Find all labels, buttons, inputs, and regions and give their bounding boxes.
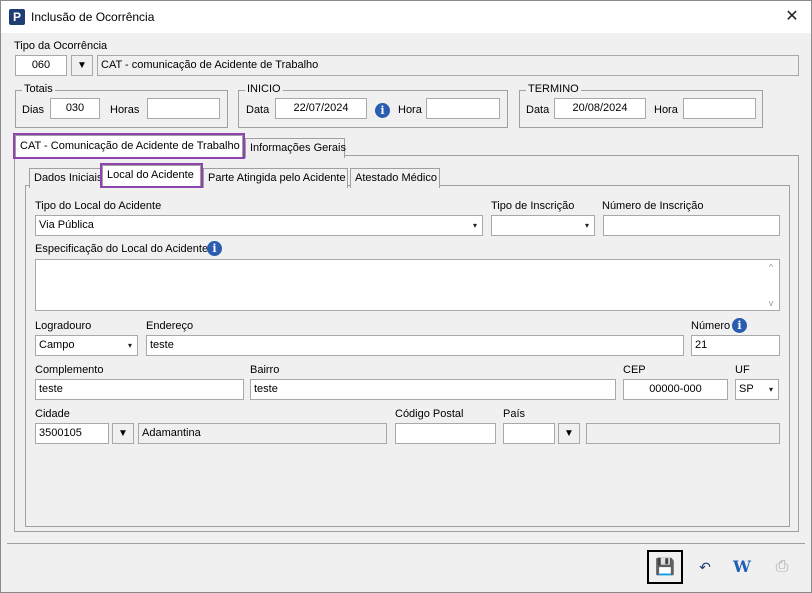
totais-group-title: Totais [22,83,55,95]
chevron-down-icon: ▼ [77,60,87,71]
word-icon: W [733,557,751,576]
numero-inscricao-label: Número de Inscrição [602,200,704,212]
termino-hora-label: Hora [654,104,678,116]
tab-parte-atingida[interactable]: Parte Atingida pelo Acidente [203,168,348,188]
chevron-down-icon: ▾ [472,221,477,230]
save-button[interactable]: 💾 [647,550,683,584]
tipo-local-value: Via Pública [39,219,94,231]
cidade-label: Cidade [35,408,70,420]
app-icon: P [9,9,25,25]
undo-button[interactable]: ↶ [687,550,723,584]
scroll-down-icon[interactable]: v [766,298,776,308]
termino-group-title: TERMINO [526,83,581,95]
logradouro-label: Logradouro [35,320,92,332]
uf-select[interactable]: SP ▾ [735,379,779,400]
endereco-field[interactable]: teste [146,335,684,356]
chevron-down-icon: ▾ [584,221,589,230]
chevron-down-icon: ▾ [768,385,773,394]
inicio-group-title: INICIO [245,83,283,95]
especificacao-label: Especificação do Local do Acidente [35,243,209,255]
pais-label: País [503,408,526,420]
horas-label: Horas [110,104,140,116]
info-icon[interactable]: i [207,241,222,256]
window-title: Inclusão de Ocorrência [31,10,155,24]
cidade-dropdown-button[interactable]: ▼ [112,423,134,444]
chevron-down-icon: ▼ [118,428,128,439]
tab-cat[interactable]: CAT - Comunicação de Acidente de Trabalh… [13,133,245,159]
tab-informacoes-gerais[interactable]: Informações Gerais [245,138,346,158]
tipo-local-select[interactable]: Via Pública ▾ [35,215,483,236]
pais-name [586,423,780,444]
dias-label: Dias [22,104,45,116]
scroll-up-icon[interactable]: ^ [766,262,776,272]
bairro-field[interactable]: teste [250,379,616,400]
uf-label: UF [735,364,750,376]
complemento-label: Complemento [35,364,104,376]
title-bar: P Inclusão de Ocorrência ✕ [1,1,811,33]
cidade-code-field[interactable]: 3500105 [35,423,109,444]
horas-field[interactable] [147,98,220,119]
inicio-hora-label: Hora [398,104,422,116]
pais-dropdown-button[interactable]: ▼ [558,423,580,444]
complemento-field[interactable]: teste [35,379,244,400]
codigo-postal-label: Código Postal [395,408,464,420]
endereco-label: Endereço [146,320,194,332]
termino-data-label: Data [526,104,550,116]
info-icon[interactable]: i [732,318,747,333]
numero-inscricao-field[interactable] [603,215,780,236]
termino-data-field[interactable]: 20/08/2024 [554,98,646,119]
close-button[interactable]: ✕ [777,5,807,29]
inner-tab-panel [25,185,790,527]
tipo-ocorrencia-description: CAT - comunicação de Acidente de Trabalh… [97,55,799,76]
logradouro-value: Campo [39,339,75,351]
uf-value: SP [739,383,754,395]
tab-dados-iniciais[interactable]: Dados Iniciais [29,168,102,188]
divider [7,543,805,544]
numero-field[interactable]: 21 [691,335,780,356]
tipo-inscricao-label: Tipo de Inscrição [491,200,575,212]
inicio-data-label: Data [246,104,270,116]
pais-code-field[interactable] [503,423,555,444]
tipo-local-label: Tipo do Local do Acidente [35,200,162,212]
save-icon: 💾 [655,559,675,576]
chevron-down-icon: ▾ [127,341,132,350]
inicio-hora-field[interactable] [426,98,500,119]
dias-field[interactable]: 030 [50,98,100,119]
chevron-down-icon: ▼ [564,428,574,439]
undo-icon: ↶ [699,559,711,575]
logradouro-select[interactable]: Campo ▾ [35,335,138,356]
cep-label: CEP [623,364,646,376]
inicio-data-field[interactable]: 22/07/2024 [275,98,367,119]
tab-atestado-medico[interactable]: Atestado Médico [350,168,440,188]
cidade-name: Adamantina [138,423,387,444]
tab-local-do-acidente[interactable]: Local do Acidente [100,163,203,188]
dialog-window: P Inclusão de Ocorrência ✕ Tipo da Ocorr… [0,0,812,593]
info-icon[interactable]: i [375,103,390,118]
cep-field[interactable]: 00000-000 [623,379,728,400]
bairro-label: Bairro [250,364,280,376]
tipo-ocorrencia-dropdown-button[interactable]: ▼ [71,55,93,76]
codigo-postal-field[interactable] [395,423,496,444]
word-export-button[interactable]: W [724,550,760,584]
tipo-inscricao-select[interactable]: ▾ [491,215,595,236]
print-button[interactable]: ⎙ [764,550,800,584]
especificacao-textarea[interactable]: ^ v [35,259,780,311]
numero-label: Número [691,320,731,332]
print-icon: ⎙ [775,558,789,575]
tipo-ocorrencia-label: Tipo da Ocorrência [14,40,108,52]
termino-hora-field[interactable] [683,98,756,119]
tipo-ocorrencia-code-field[interactable]: 060 [15,55,67,76]
